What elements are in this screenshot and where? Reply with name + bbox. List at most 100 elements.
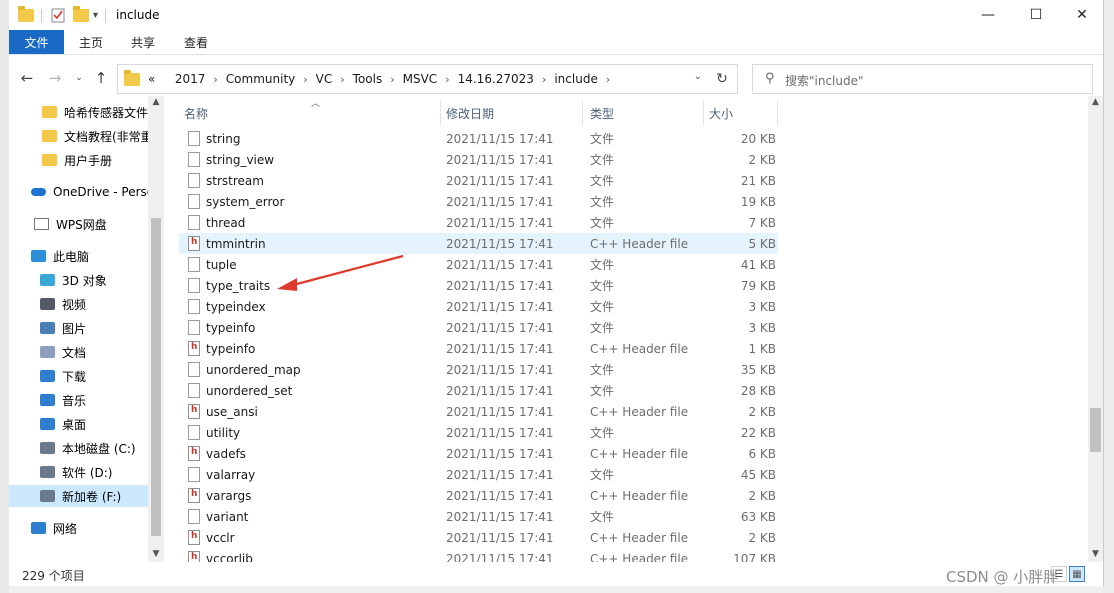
sidebar-item-4[interactable]: WPS网盘 <box>9 213 148 235</box>
large-icons-view-icon[interactable]: ▦ <box>1069 566 1085 582</box>
table-row[interactable]: use_ansi 2021/11/15 17:41 C++ Header file 2… <box>179 401 778 422</box>
navigation-pane: 哈希传感器文件 文档教程(非常重 用户手册 OneDrive - Perso WPS网盘… <box>9 96 148 562</box>
sidebar-item-2[interactable]: 用户手册 <box>9 149 148 171</box>
table-row[interactable]: strstream 2021/11/15 17:41 文件 21 KB <box>179 170 778 191</box>
scroll-up-arrow-icon[interactable]: ▲ <box>148 96 164 108</box>
refresh-button[interactable]: ↻ <box>707 64 738 94</box>
sidebar-item-label: 3D 对象 <box>62 273 107 288</box>
table-row[interactable]: tuple 2021/11/15 17:41 文件 41 KB <box>179 254 778 275</box>
chevron-right-icon[interactable]: › <box>606 73 610 86</box>
wps-cloud-icon <box>34 218 49 230</box>
sidebar-item-1[interactable]: 文档教程(非常重 <box>9 125 148 147</box>
chevron-right-icon[interactable]: › <box>542 73 546 86</box>
sidebar-item-13[interactable]: 本地磁盘 (C:) <box>9 437 148 459</box>
breadcrumb-item-include[interactable]: include <box>554 72 597 86</box>
tab-home[interactable]: 主页 <box>71 30 111 54</box>
table-row[interactable]: unordered_set 2021/11/15 17:41 文件 28 KB <box>179 380 778 401</box>
file-date: 2021/11/15 17:41 <box>446 236 554 251</box>
address-history-chevron-icon[interactable]: ⌄ <box>694 71 702 82</box>
column-header-type[interactable]: 类型 <box>590 100 614 126</box>
breadcrumb-item-msvc[interactable]: MSVC <box>403 72 438 86</box>
file-date: 2021/11/15 17:41 <box>446 488 554 503</box>
sidebar-item-0[interactable]: 哈希传感器文件 <box>9 101 148 123</box>
chevron-right-icon[interactable]: › <box>303 73 307 86</box>
chevron-right-icon[interactable]: › <box>390 73 394 86</box>
table-row[interactable]: typeinfo 2021/11/15 17:41 C++ Header file 1… <box>179 338 778 359</box>
sidebar-item-11[interactable]: 音乐 <box>9 389 148 411</box>
column-divider[interactable] <box>777 100 778 126</box>
breadcrumb-item-2017[interactable]: 2017 <box>175 72 206 86</box>
table-row[interactable]: type_traits 2021/11/15 17:41 文件 79 KB <box>179 275 778 296</box>
scroll-down-arrow-icon[interactable]: ▼ <box>1088 548 1103 560</box>
chevron-right-icon[interactable]: › <box>213 73 217 86</box>
scroll-down-arrow-icon[interactable]: ▼ <box>148 548 164 560</box>
sidebar-item-14[interactable]: 软件 (D:) <box>9 461 148 483</box>
sidebar-item-7[interactable]: 视频 <box>9 293 148 315</box>
properties-icon[interactable] <box>51 6 65 24</box>
table-row[interactable]: valarray 2021/11/15 17:41 文件 45 KB <box>179 464 778 485</box>
sidebar-item-15[interactable]: 新加卷 (F:) <box>9 485 148 507</box>
nav-scroll-thumb[interactable] <box>151 218 161 536</box>
file-type: 文件 <box>590 321 615 335</box>
nav-scrollbar[interactable]: ▲ ▼ <box>148 96 164 562</box>
table-row[interactable]: unordered_map 2021/11/15 17:41 文件 35 KB <box>179 359 778 380</box>
column-divider[interactable] <box>703 100 704 126</box>
table-row[interactable]: varargs 2021/11/15 17:41 C++ Header file 2 … <box>179 485 778 506</box>
table-row[interactable]: string 2021/11/15 17:41 文件 20 KB <box>179 128 778 149</box>
file-type: 文件 <box>590 426 615 440</box>
drive-icon <box>40 466 55 478</box>
sidebar-item-6[interactable]: 3D 对象 <box>9 269 148 291</box>
table-row[interactable]: tmmintrin 2021/11/15 17:41 C++ Header file… <box>179 233 778 254</box>
sidebar-item-16[interactable]: 网络 <box>9 517 148 539</box>
chevron-right-icon[interactable]: › <box>445 73 449 86</box>
file-type: C++ Header file <box>590 488 689 503</box>
tab-file[interactable]: 文件 <box>9 30 64 54</box>
file-list-scroll-thumb[interactable] <box>1090 408 1101 452</box>
scroll-up-arrow-icon[interactable]: ▲ <box>1088 96 1103 108</box>
column-header-name[interactable]: 名称 <box>184 100 208 126</box>
chevron-right-icon[interactable]: › <box>340 73 344 86</box>
maximize-button[interactable]: ☐ <box>1013 0 1059 30</box>
table-row[interactable]: string_view 2021/11/15 17:41 文件 2 KB <box>179 149 778 170</box>
sidebar-item-10[interactable]: 下载 <box>9 365 148 387</box>
search-box[interactable]: ⚲ 搜索"include" <box>752 64 1093 94</box>
column-header-date[interactable]: 修改日期 <box>446 100 494 126</box>
sidebar-item-3[interactable]: OneDrive - Perso <box>9 181 148 203</box>
sidebar-item-5[interactable]: 此电脑 <box>9 245 148 267</box>
recent-locations-chevron-icon[interactable]: ⌄ <box>69 69 89 87</box>
new-folder-icon[interactable] <box>73 5 89 24</box>
sidebar-item-9[interactable]: 文档 <box>9 341 148 363</box>
tab-view[interactable]: 查看 <box>176 30 216 54</box>
table-row[interactable]: vadefs 2021/11/15 17:41 C++ Header file 6 K… <box>179 443 778 464</box>
table-row[interactable]: typeinfo 2021/11/15 17:41 文件 3 KB <box>179 317 778 338</box>
file-list-scrollbar[interactable]: ▲ ▼ <box>1088 96 1103 562</box>
table-row[interactable]: utility 2021/11/15 17:41 文件 22 KB <box>179 422 778 443</box>
breadcrumb-item-tools[interactable]: Tools <box>353 72 383 86</box>
table-row[interactable]: system_error 2021/11/15 17:41 文件 19 KB <box>179 191 778 212</box>
table-row[interactable]: thread 2021/11/15 17:41 文件 7 KB <box>179 212 778 233</box>
tab-share[interactable]: 共享 <box>123 30 163 54</box>
address-bar[interactable]: « 2017 › Community › VC › Tools › MSVC ›… <box>117 64 709 94</box>
table-row[interactable]: variant 2021/11/15 17:41 文件 63 KB <box>179 506 778 527</box>
forward-arrow-icon[interactable]: → <box>45 69 65 87</box>
table-row[interactable]: typeindex 2021/11/15 17:41 文件 3 KB <box>179 296 778 317</box>
breadcrumb-item-vc[interactable]: VC <box>316 72 333 86</box>
sidebar-item-8[interactable]: 图片 <box>9 317 148 339</box>
window-title: include <box>116 8 160 22</box>
column-divider[interactable] <box>582 100 583 126</box>
minimize-button[interactable]: — <box>965 0 1011 30</box>
customize-quick-access-chevron-icon[interactable]: ▾ <box>93 6 98 24</box>
close-button[interactable]: ✕ <box>1059 0 1105 30</box>
sidebar-item-label: 软件 (D:) <box>62 465 113 480</box>
sidebar-item-12[interactable]: 桌面 <box>9 413 148 435</box>
breadcrumb-item-community[interactable]: Community <box>226 72 295 86</box>
column-divider[interactable] <box>440 100 441 126</box>
up-arrow-icon[interactable]: ↑ <box>91 69 111 87</box>
file-date: 2021/11/15 17:41 <box>446 404 554 419</box>
file-icon <box>188 362 200 377</box>
breadcrumb-item-version[interactable]: 14.16.27023 <box>458 72 534 86</box>
column-header-size[interactable]: 大小 <box>709 100 733 126</box>
back-arrow-icon[interactable]: ← <box>17 69 37 87</box>
breadcrumb-overflow[interactable]: « <box>148 72 155 86</box>
table-row[interactable]: vcclr 2021/11/15 17:41 C++ Header file 2 KB <box>179 527 778 548</box>
